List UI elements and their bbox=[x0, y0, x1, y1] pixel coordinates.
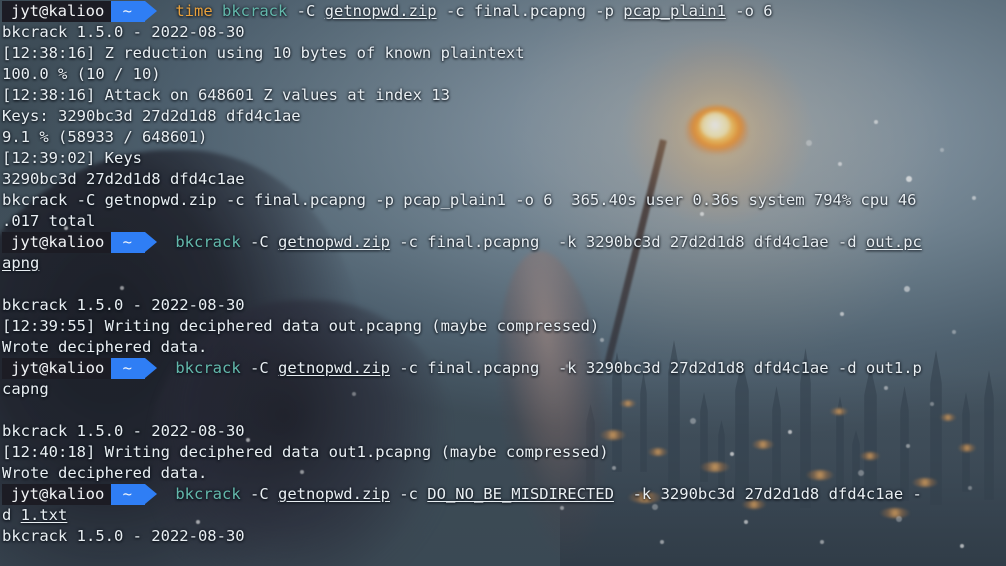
command-token-underlined: pcap_plain1 bbox=[623, 2, 726, 20]
command-line: jyt@kalioo ~ time bkcrack -C getnopwd.zi… bbox=[0, 1, 1006, 22]
shell-prompt: jyt@kalioo ~ bbox=[2, 484, 175, 505]
output-text: Wrote deciphered data. bbox=[2, 464, 207, 482]
output-line: apng bbox=[0, 253, 1006, 274]
shell-prompt: jyt@kalioo ~ bbox=[2, 358, 175, 379]
command-token: bkcrack bbox=[222, 2, 287, 20]
command-token-underlined: DO_NO_BE_MISDIRECTED bbox=[427, 485, 614, 503]
output-line: bkcrack 1.5.0 - 2022-08-30 bbox=[0, 526, 1006, 547]
prompt-directory: ~ bbox=[111, 484, 145, 505]
command-token: bkcrack bbox=[175, 359, 240, 377]
output-line: bkcrack -C getnopwd.zip -c final.pcapng … bbox=[0, 190, 1006, 211]
command-token: d bbox=[2, 506, 21, 524]
output-text: [12:38:16] Z reduction using 10 bytes of… bbox=[2, 44, 525, 62]
command-line: jyt@kalioo ~ bkcrack -C getnopwd.zip -c … bbox=[0, 358, 1006, 379]
output-line: [12:38:16] Z reduction using 10 bytes of… bbox=[0, 43, 1006, 64]
command-line: jyt@kalioo ~ bkcrack -C getnopwd.zip -c … bbox=[0, 232, 1006, 253]
prompt-arrow-icon bbox=[145, 358, 157, 378]
prompt-arrow-icon bbox=[145, 484, 157, 504]
output-line: Wrote deciphered data. bbox=[0, 463, 1006, 484]
command-token-underlined: getnopwd.zip bbox=[278, 485, 390, 503]
output-text: bkcrack 1.5.0 - 2022-08-30 bbox=[2, 527, 245, 545]
output-line: Keys: 3290bc3d 27d2d1d8 dfd4c1ae bbox=[0, 106, 1006, 127]
output-text: capng bbox=[2, 380, 49, 398]
output-line bbox=[0, 274, 1006, 295]
output-line: [12:40:18] Writing deciphered data out1.… bbox=[0, 442, 1006, 463]
output-text: bkcrack -C getnopwd.zip -c final.pcapng … bbox=[2, 191, 917, 209]
command-token: bkcrack bbox=[175, 485, 240, 503]
output-text: [12:39:02] Keys bbox=[2, 149, 142, 167]
output-text: 9.1 % (58933 / 648601) bbox=[2, 128, 207, 146]
command-token: -C bbox=[241, 485, 278, 503]
terminal-window[interactable]: jyt@kalioo ~ time bkcrack -C getnopwd.zi… bbox=[0, 0, 1006, 566]
command-token: bkcrack bbox=[175, 233, 240, 251]
prompt-directory: ~ bbox=[111, 1, 145, 22]
output-text: 3290bc3d 27d2d1d8 dfd4c1ae bbox=[2, 170, 245, 188]
output-line: bkcrack 1.5.0 - 2022-08-30 bbox=[0, 421, 1006, 442]
command-token: -C bbox=[241, 233, 278, 251]
shell-prompt: jyt@kalioo ~ bbox=[2, 232, 175, 253]
command-line: jyt@kalioo ~ bkcrack -C getnopwd.zip -c … bbox=[0, 484, 1006, 505]
prompt-arrow-icon bbox=[145, 232, 157, 252]
prompt-user-host: jyt@kalioo bbox=[2, 484, 111, 505]
output-line: [12:39:02] Keys bbox=[0, 148, 1006, 169]
command-token-underlined: getnopwd.zip bbox=[278, 359, 390, 377]
output-text: [12:39:55] Writing deciphered data out.p… bbox=[2, 317, 599, 335]
command-token-underlined: getnopwd.zip bbox=[325, 2, 437, 20]
prompt-user-host: jyt@kalioo bbox=[2, 1, 111, 22]
command-token: -c final.pcapng -p bbox=[437, 2, 624, 20]
terminal-output[interactable]: jyt@kalioo ~ time bkcrack -C getnopwd.zi… bbox=[0, 0, 1006, 566]
command-token: -c final.pcapng -k 3290bc3d 27d2d1d8 dfd… bbox=[390, 233, 866, 251]
prompt-user-host: jyt@kalioo bbox=[2, 358, 111, 379]
prompt-arrow-icon bbox=[145, 1, 157, 21]
command-token: -k 3290bc3d 27d2d1d8 dfd4c1ae - bbox=[614, 485, 922, 503]
output-text: .017 total bbox=[2, 212, 95, 230]
command-token-underlined: out.pc bbox=[866, 233, 922, 251]
output-text: Keys: 3290bc3d 27d2d1d8 dfd4c1ae bbox=[2, 107, 301, 125]
output-line: [12:38:16] Attack on 648601 Z values at … bbox=[0, 85, 1006, 106]
output-text: bkcrack 1.5.0 - 2022-08-30 bbox=[2, 23, 245, 41]
output-text: [12:40:18] Writing deciphered data out1.… bbox=[2, 443, 609, 461]
output-text: bkcrack 1.5.0 - 2022-08-30 bbox=[2, 296, 245, 314]
prompt-directory: ~ bbox=[111, 232, 145, 253]
command-token: -o 6 bbox=[726, 2, 773, 20]
command-token: -C bbox=[287, 2, 324, 20]
command-token-underlined: 1.txt bbox=[21, 506, 68, 524]
command-token: -c final.pcapng -k 3290bc3d 27d2d1d8 dfd… bbox=[390, 359, 922, 377]
output-line bbox=[0, 400, 1006, 421]
output-line: bkcrack 1.5.0 - 2022-08-30 bbox=[0, 22, 1006, 43]
output-text: 100.0 % (10 / 10) bbox=[2, 65, 161, 83]
output-line: 100.0 % (10 / 10) bbox=[0, 64, 1006, 85]
prompt-user-host: jyt@kalioo bbox=[2, 232, 111, 253]
output-line: bkcrack 1.5.0 - 2022-08-30 bbox=[0, 295, 1006, 316]
output-text: [12:38:16] Attack on 648601 Z values at … bbox=[2, 86, 450, 104]
output-line: [12:39:55] Writing deciphered data out.p… bbox=[0, 316, 1006, 337]
command-token: -c bbox=[390, 485, 427, 503]
output-text: apng bbox=[2, 254, 39, 272]
command-token: time bbox=[175, 2, 212, 20]
output-text: bkcrack 1.5.0 - 2022-08-30 bbox=[2, 422, 245, 440]
command-line-continuation: d 1.txt bbox=[0, 505, 1006, 526]
output-text: Wrote deciphered data. bbox=[2, 338, 207, 356]
command-token-underlined: getnopwd.zip bbox=[278, 233, 390, 251]
output-line: 3290bc3d 27d2d1d8 dfd4c1ae bbox=[0, 169, 1006, 190]
output-line: .017 total bbox=[0, 211, 1006, 232]
output-line: 9.1 % (58933 / 648601) bbox=[0, 127, 1006, 148]
output-line: capng bbox=[0, 379, 1006, 400]
output-line: Wrote deciphered data. bbox=[0, 337, 1006, 358]
shell-prompt: jyt@kalioo ~ bbox=[2, 1, 175, 22]
command-token bbox=[213, 2, 222, 20]
prompt-directory: ~ bbox=[111, 358, 145, 379]
command-token: -C bbox=[241, 359, 278, 377]
